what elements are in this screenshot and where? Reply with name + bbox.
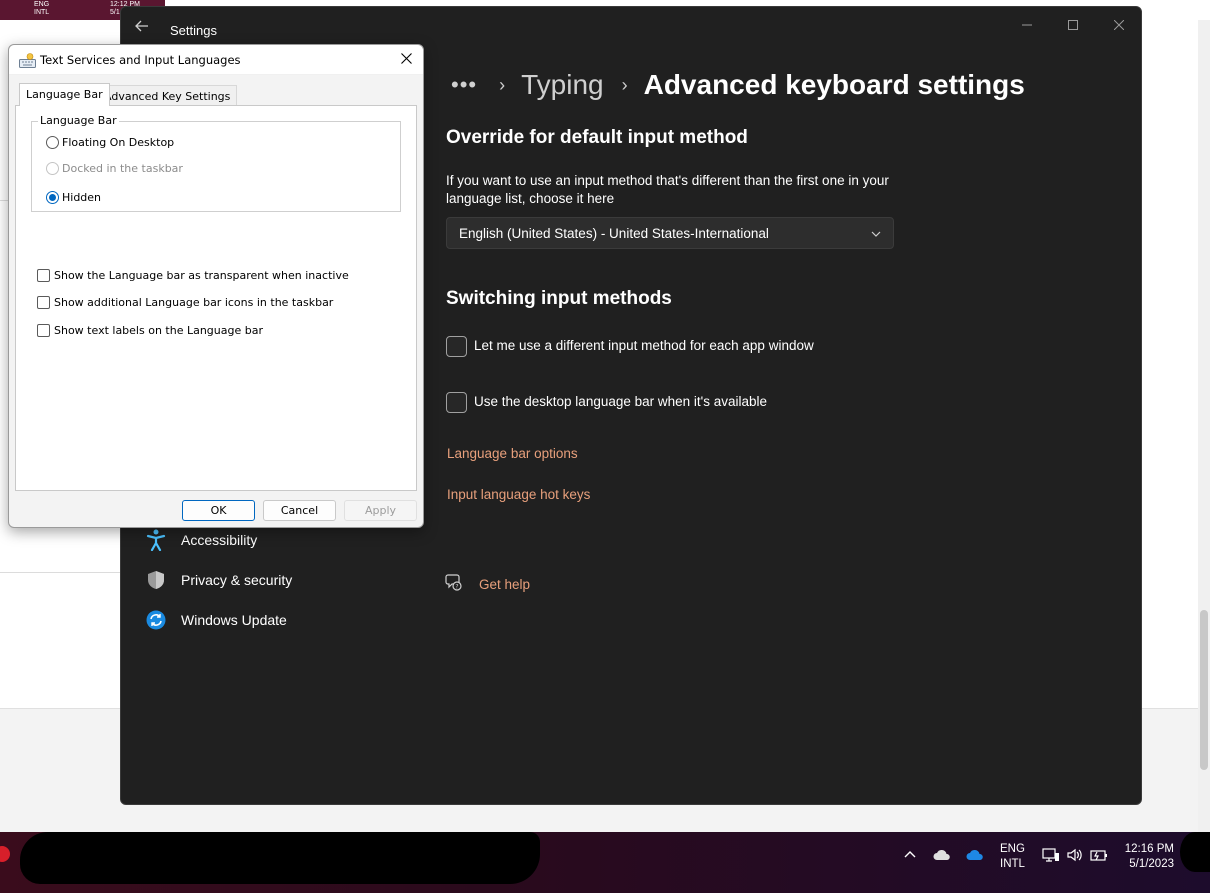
language-bar-options-link[interactable]: Language bar options xyxy=(447,446,578,461)
radio-hidden[interactable]: Hidden xyxy=(46,191,101,204)
input-method-dropdown[interactable]: English (United States) - United States-… xyxy=(446,217,894,249)
desktop-bar-checkbox-label[interactable]: Use the desktop language bar when it's a… xyxy=(474,394,767,409)
override-heading: Override for default input method xyxy=(446,127,748,148)
clock[interactable]: 12:16 PM 5/1/2023 xyxy=(1118,842,1174,872)
windows-update-icon xyxy=(145,609,167,631)
breadcrumb: ••• › Typing › Advanced keyboard setting… xyxy=(451,65,1025,105)
network-icon[interactable] xyxy=(1042,847,1060,866)
radio-button[interactable] xyxy=(46,136,59,149)
maximize-icon xyxy=(1068,20,1078,30)
switching-heading: Switching input methods xyxy=(446,288,672,309)
shield-icon xyxy=(145,569,167,591)
checkbox-label: Show text labels on the Language bar xyxy=(54,324,263,337)
check-transparent[interactable]: Show the Language bar as transparent whe… xyxy=(37,269,349,282)
nav-label: Accessibility xyxy=(181,532,258,548)
override-description: If you want to use an input method that'… xyxy=(446,173,889,206)
tab-advanced-key-settings[interactable]: Advanced Key Settings xyxy=(97,85,238,105)
radio-label: Floating On Desktop xyxy=(62,136,175,149)
close-icon xyxy=(400,53,412,64)
checkbox-label: Show the Language bar as transparent whe… xyxy=(54,269,349,282)
nav-label: Windows Update xyxy=(181,612,287,628)
title-bar: Settings xyxy=(121,7,1141,43)
maximize-button[interactable] xyxy=(1058,15,1088,35)
minimize-icon xyxy=(1022,24,1032,26)
nav-item-accessibility[interactable]: Accessibility xyxy=(145,526,257,554)
accessibility-icon xyxy=(145,529,167,551)
bg-lang-indicator: ENG INTL xyxy=(34,1,50,16)
taskbar: ENG INTL 12:16 PM 5/1/2023 xyxy=(0,832,1210,893)
get-help-label: Get help xyxy=(479,577,531,592)
get-help-link[interactable]: ? Get help xyxy=(445,573,530,596)
breadcrumb-typing[interactable]: Typing xyxy=(521,69,604,101)
chevron-down-icon xyxy=(871,223,881,242)
checkbox-label: Show additional Language bar icons in th… xyxy=(54,296,334,309)
checkbox[interactable] xyxy=(37,324,50,337)
check-additional-icons[interactable]: Show additional Language bar icons in th… xyxy=(37,296,333,309)
redacted-region xyxy=(20,832,540,884)
group-title: Language Bar xyxy=(38,114,119,127)
nav-label: Privacy & security xyxy=(181,572,293,588)
tab-panel: Language Bar Floating On Desktop Docked … xyxy=(15,105,417,491)
desktop-bar-checkbox[interactable] xyxy=(446,392,467,413)
chevron-up-icon[interactable] xyxy=(904,848,916,862)
cloud-icon[interactable] xyxy=(933,849,951,864)
radio-docked: Docked in the taskbar xyxy=(46,162,183,175)
background-scrollbar[interactable] xyxy=(1198,20,1210,832)
help-icon: ? xyxy=(445,573,463,596)
apply-button: Apply xyxy=(344,500,417,521)
tab-language-bar[interactable]: Language Bar xyxy=(19,83,110,106)
volume-icon[interactable] xyxy=(1066,847,1084,866)
radio-label: Hidden xyxy=(62,191,102,204)
radio-floating[interactable]: Floating On Desktop xyxy=(46,136,174,149)
close-button[interactable] xyxy=(1104,15,1134,35)
check-text-labels[interactable]: Show text labels on the Language bar xyxy=(37,324,263,337)
minimize-button[interactable] xyxy=(1012,15,1042,35)
clock-time: 12:16 PM xyxy=(1124,843,1174,855)
lang-line-2: INTL xyxy=(1000,858,1025,870)
chevron-right-icon: › xyxy=(621,74,628,95)
input-language-indicator[interactable]: ENG INTL xyxy=(1000,842,1025,872)
ok-button[interactable]: OK xyxy=(182,500,255,521)
back-button[interactable] xyxy=(135,19,155,39)
lang-line-1: ENG xyxy=(1000,843,1025,855)
radio-button xyxy=(46,162,59,175)
input-hot-keys-link[interactable]: Input language hot keys xyxy=(447,487,590,502)
clock-date: 5/1/2023 xyxy=(1129,858,1174,870)
radio-button-selected[interactable] xyxy=(46,191,59,204)
onedrive-icon[interactable] xyxy=(966,849,984,864)
keyboard-icon xyxy=(19,53,36,68)
dropdown-value: English (United States) - United States-… xyxy=(459,226,769,241)
checkbox[interactable] xyxy=(37,296,50,309)
app-title: Settings xyxy=(170,23,217,38)
dialog-title: Text Services and Input Languages xyxy=(40,53,241,67)
checkbox[interactable] xyxy=(37,269,50,282)
dialog-close-button[interactable] xyxy=(397,50,415,68)
cancel-button[interactable]: Cancel xyxy=(263,500,336,521)
breadcrumb-more-button[interactable]: ••• xyxy=(451,74,477,96)
close-icon xyxy=(1113,19,1125,31)
chevron-right-icon: › xyxy=(499,74,506,95)
nav-item-privacy[interactable]: Privacy & security xyxy=(145,566,292,594)
back-arrow-icon xyxy=(135,20,148,32)
redacted-corner xyxy=(1180,832,1210,872)
app-window-checkbox-label[interactable]: Let me use a different input method for … xyxy=(474,338,814,353)
svg-text:?: ? xyxy=(455,584,458,591)
nav-item-windows-update[interactable]: Windows Update xyxy=(145,606,287,634)
app-icon[interactable] xyxy=(0,846,10,862)
text-services-dialog: Text Services and Input Languages Langua… xyxy=(8,44,424,528)
language-bar-group: Language Bar Floating On Desktop Docked … xyxy=(31,114,401,212)
dialog-title-bar: Text Services and Input Languages xyxy=(9,45,423,75)
radio-label: Docked in the taskbar xyxy=(62,162,183,175)
battery-icon[interactable] xyxy=(1090,847,1108,866)
page-title: Advanced keyboard settings xyxy=(643,69,1025,100)
app-window-checkbox[interactable] xyxy=(446,336,467,357)
